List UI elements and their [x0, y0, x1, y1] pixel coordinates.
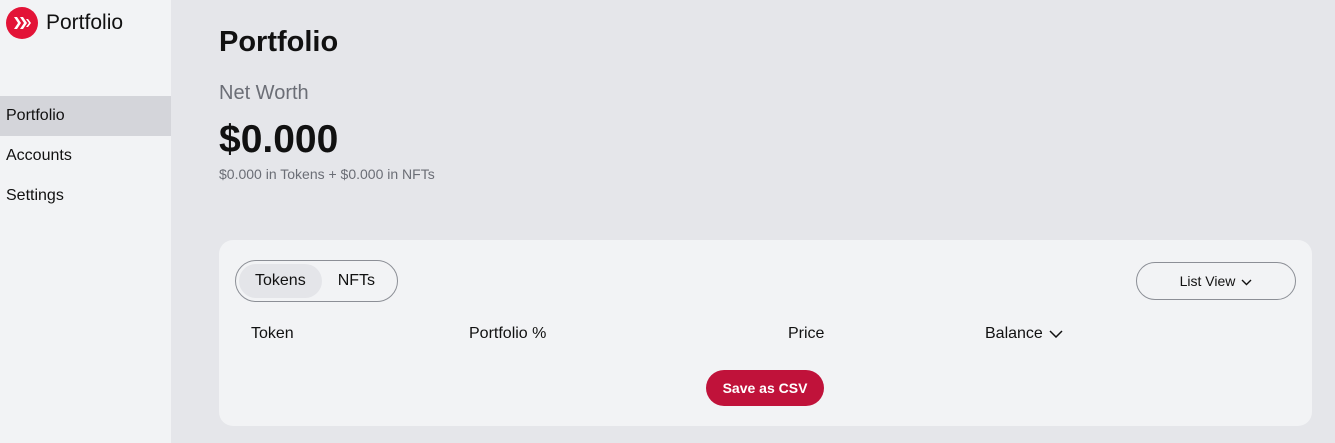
list-view-dropdown[interactable]: List View — [1136, 262, 1296, 300]
column-header-token: Token — [251, 325, 294, 342]
column-header-price: Price — [788, 325, 825, 342]
chevron-down-icon — [1241, 273, 1252, 289]
column-header-balance-label: Balance — [985, 325, 1043, 342]
list-view-label: List View — [1179, 273, 1236, 289]
page-title: Portfolio — [219, 26, 339, 58]
column-header-portfolio-percent: Portfolio % — [469, 325, 547, 342]
asset-tabs: Tokens NFTs — [235, 260, 398, 302]
sidebar-item-accounts[interactable]: Accounts — [0, 136, 171, 176]
chevron-down-icon — [1049, 325, 1063, 343]
net-worth-value: $0.000 — [219, 118, 339, 161]
sidebar: Portfolio Portfolio Accounts Settings — [0, 0, 171, 443]
sidebar-nav: Portfolio Accounts Settings — [0, 96, 171, 216]
brand-name: Portfolio — [46, 11, 124, 34]
holdings-card: Tokens NFTs List View Token Portfolio % … — [219, 240, 1312, 426]
brand[interactable]: Portfolio — [6, 7, 123, 39]
tab-tokens[interactable]: Tokens — [239, 264, 322, 298]
save-as-csv-button[interactable]: Save as CSV — [706, 370, 824, 406]
tab-nfts[interactable]: NFTs — [322, 264, 391, 298]
net-worth-label: Net Worth — [219, 82, 309, 104]
hive-logo-icon — [6, 7, 38, 39]
sidebar-item-settings[interactable]: Settings — [0, 176, 171, 216]
net-worth-breakdown: $0.000 in Tokens + $0.000 in NFTs — [219, 166, 435, 182]
column-header-balance[interactable]: Balance — [985, 325, 1063, 343]
sidebar-item-portfolio[interactable]: Portfolio — [0, 96, 171, 136]
